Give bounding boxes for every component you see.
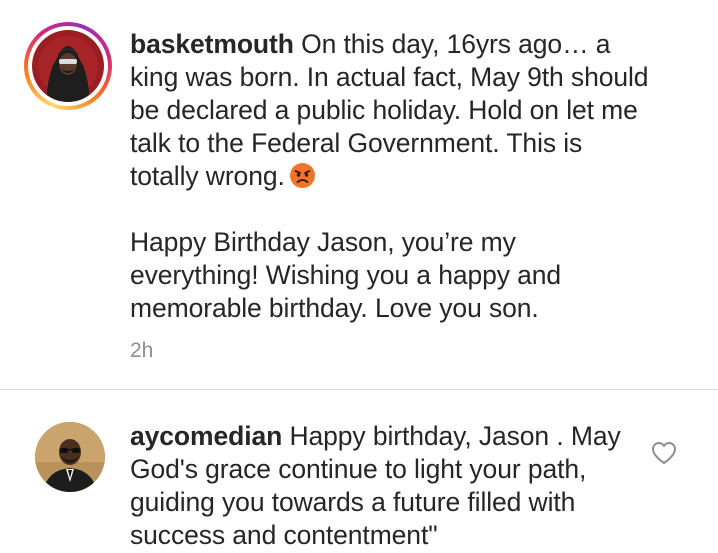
comment-text-block: basketmouth On this day, 16yrs ago… a ki… xyxy=(130,28,650,325)
comment-aycomedian: aycomedian Happy birthday, Jason . May G… xyxy=(0,390,718,553)
comment-timestamp: 2h xyxy=(130,339,154,362)
username[interactable]: aycomedian xyxy=(130,421,282,451)
comment-text-block: aycomedian Happy birthday, Jason . May G… xyxy=(130,420,650,552)
comment-paragraph-1: aycomedian Happy birthday, Jason . May G… xyxy=(130,420,650,552)
story-ring-avatar[interactable] xyxy=(24,22,112,110)
username[interactable]: basketmouth xyxy=(130,29,294,59)
comment-paragraph-1: basketmouth On this day, 16yrs ago… a ki… xyxy=(130,28,650,193)
angry-face-emoji xyxy=(289,162,316,189)
heart-outline-icon[interactable] xyxy=(651,441,677,465)
comment-paragraph-2: Happy Birthday Jason, you’re my everythi… xyxy=(130,227,562,323)
comment-basketmouth: basketmouth On this day, 16yrs ago… a ki… xyxy=(0,0,718,389)
avatar-aycomedian xyxy=(35,422,105,492)
avatar-basketmouth xyxy=(32,30,104,102)
avatar-button[interactable] xyxy=(35,422,105,492)
story-ring xyxy=(24,22,112,110)
